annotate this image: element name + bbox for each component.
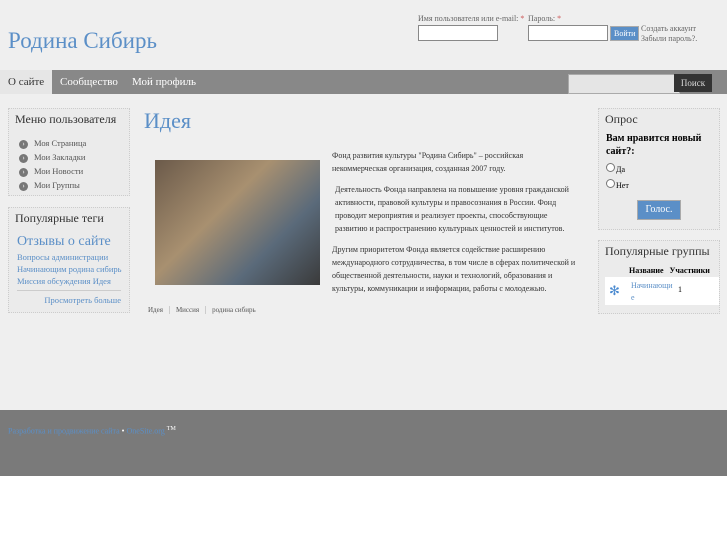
login-form: Имя пользователя или e-mail: * Пароль: *… <box>418 14 697 43</box>
arrow-icon: › <box>19 181 28 191</box>
tag-link[interactable]: Вопросы администрации <box>9 251 129 263</box>
article-photo <box>155 160 320 285</box>
poll-option[interactable]: Да <box>599 160 719 177</box>
popular-tags: Популярные теги Отзывы о сайте Вопросы а… <box>8 207 130 313</box>
menu-label: Мои Новости <box>34 166 84 176</box>
radio-yes[interactable] <box>606 163 615 172</box>
popular-groups: Популярные группы Название Участники ✻ Н… <box>598 240 720 314</box>
username-input[interactable] <box>418 25 498 41</box>
col-members: Участники <box>669 266 710 275</box>
menu-label: Моя Страница <box>34 138 87 148</box>
search-button[interactable]: Поиск <box>674 74 712 92</box>
create-account-link[interactable]: Создать аккаунт <box>641 24 697 34</box>
menu-item-my-page[interactable]: › Моя Страница <box>9 136 129 150</box>
vote-button[interactable]: Голос. <box>637 200 681 220</box>
password-input[interactable] <box>528 25 608 41</box>
tag-featured[interactable]: Отзывы о сайте <box>9 233 129 251</box>
nav-community[interactable]: Сообщество <box>52 70 126 94</box>
group-icon: ✻ <box>609 283 620 298</box>
footer-text-link[interactable]: Разработка и продвижение сайта <box>8 427 120 436</box>
user-menu: Меню пользователя › Моя Страница › Мои Зак… <box>8 108 130 196</box>
poll-title: Опрос <box>605 112 638 126</box>
paragraph: Фонд развития культуры "Родина Сибирь" –… <box>332 151 524 173</box>
menu-label: Мои Группы <box>34 180 80 190</box>
site-title[interactable]: Родина Сибирь <box>8 28 157 54</box>
tag-link[interactable]: родина сибирь <box>206 306 262 314</box>
arrow-icon: › <box>19 167 28 177</box>
tag-link[interactable]: Идея <box>148 306 170 314</box>
tags-title: Популярные теги <box>15 211 104 225</box>
poll-question: Вам нравится новый сайт?: <box>606 133 702 157</box>
footer-site-link[interactable]: OneSite.org <box>126 427 164 436</box>
option-label: Нет <box>616 181 629 190</box>
page: Родина Сибирь Имя пользователя или e-mai… <box>0 0 727 476</box>
arrow-icon: › <box>19 139 28 149</box>
nav-profile[interactable]: Мой профиль <box>124 70 204 94</box>
paragraph: Другим приоритетом Фонда является содейс… <box>332 245 576 293</box>
trademark: TM <box>166 426 176 432</box>
menu-item-news[interactable]: › Мои Новости <box>9 164 129 178</box>
view-more-link[interactable]: Просмотреть больше <box>9 294 129 306</box>
paragraph: Деятельность Фонда направлена на повышен… <box>335 185 569 233</box>
table-row: ✻ Начинающие 1 <box>605 277 719 305</box>
group-members: 1 <box>678 285 682 294</box>
col-name: Название <box>629 266 664 275</box>
search-input[interactable] <box>568 74 680 94</box>
poll: Опрос Вам нравится новый сайт?: Да Нет Г… <box>598 108 720 230</box>
option-label: Да <box>616 165 626 174</box>
username-label: Имя пользователя или e-mail: <box>418 14 519 23</box>
group-link[interactable]: Начинающие <box>631 280 675 304</box>
menu-item-bookmarks[interactable]: › Мои Закладки <box>9 150 129 164</box>
required-mark: * <box>520 14 525 23</box>
forgot-password-link[interactable]: Забыли пароль?. <box>641 34 697 44</box>
required-mark: * <box>557 14 562 23</box>
tag-link[interactable]: Начинающим родина сибирь <box>9 263 129 275</box>
arrow-icon: › <box>19 153 28 163</box>
nav-about[interactable]: О сайте <box>0 70 53 94</box>
page-title: Идея <box>144 108 191 133</box>
footer: Разработка и продвижение сайта • OneSite… <box>0 410 727 476</box>
menu-item-groups[interactable]: › Мои Группы <box>9 178 129 192</box>
password-label: Пароль: <box>528 14 556 23</box>
menu-label: Мои Закладки <box>34 152 86 162</box>
article-tags: Идея Миссия родина сибирь <box>148 306 262 314</box>
groups-title: Популярные группы <box>605 244 710 258</box>
radio-no[interactable] <box>606 179 615 188</box>
login-button[interactable]: Войти <box>610 26 640 41</box>
user-menu-title: Меню пользователя <box>15 112 117 126</box>
separator: • <box>121 426 125 436</box>
tag-link[interactable]: Миссия обсуждения Идея <box>9 275 129 287</box>
article-body: Фонд развития культуры "Родина Сибирь" –… <box>332 149 578 303</box>
poll-option[interactable]: Нет <box>599 177 719 192</box>
tag-link[interactable]: Миссия <box>169 306 207 314</box>
